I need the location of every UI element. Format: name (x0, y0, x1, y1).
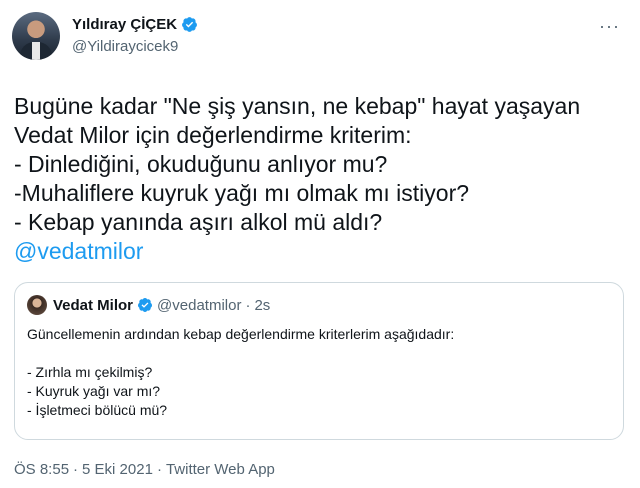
tweet-line: -Muhaliflere kuyruk yağı mı olmak mı ist… (14, 180, 470, 206)
tweet-line: - Kebap yanında aşırı alkol mü aldı? (14, 209, 383, 235)
verified-badge-icon (138, 298, 153, 312)
quoted-tweet-text: Güncellemenin ardından kebap değerlendir… (27, 325, 613, 420)
quoted-author-avatar[interactable] (27, 295, 47, 315)
quoted-author-handle[interactable]: @vedatmilor (157, 297, 241, 314)
more-options-icon[interactable]: ··· (599, 16, 620, 37)
tweet-metadata: ÖS 8:55 · 5 Eki 2021 · Twitter Web App (14, 461, 275, 478)
source-app[interactable]: Twitter Web App (166, 461, 275, 478)
tweet: Yıldıray ÇİÇEK @Yildiraycicek9 ··· Bugün… (0, 0, 640, 488)
tweet-line: Bugüne kadar "Ne şiş yansın, ne kebap" h… (14, 93, 581, 119)
mention-link[interactable]: @vedatmilor (14, 237, 624, 266)
quoted-item: - İşletmeci bölücü mü? (27, 402, 168, 418)
author-handle[interactable]: @Yildiraycicek9 (72, 38, 178, 55)
separator-dot: · (245, 296, 251, 314)
quoted-author-name[interactable]: Vedat Milor (53, 297, 133, 314)
verified-badge-icon (182, 17, 197, 32)
tweet-line: - Dinlediğini, okuduğunu anlıyor mu? (14, 151, 388, 177)
tweet-date[interactable]: 5 Eki 2021 (82, 461, 153, 478)
author-name-row: Yıldıray ÇİÇEK (72, 16, 198, 33)
quoted-tweet-time[interactable]: 2s (254, 297, 270, 314)
quoted-intro: Güncellemenin ardından kebap değerlendir… (27, 326, 455, 342)
tweet-line: Vedat Milor için değerlendirme kriterim: (14, 122, 412, 148)
separator-dot: · (156, 461, 162, 478)
quoted-item: - Zırhla mı çekilmiş? (27, 364, 153, 380)
quoted-item: - Kuyruk yağı var mı? (27, 383, 161, 399)
quoted-tweet[interactable]: Vedat Milor @vedatmilor · 2s Güncellemen… (14, 282, 624, 440)
tweet-text: Bugüne kadar "Ne şiş yansın, ne kebap" h… (14, 92, 624, 266)
author-name[interactable]: Yıldıray ÇİÇEK (72, 16, 177, 33)
tweet-time[interactable]: ÖS 8:55 (14, 461, 69, 478)
avatar-shirt (32, 42, 40, 60)
separator-dot: · (73, 461, 79, 478)
author-avatar[interactable] (12, 12, 60, 60)
quoted-tweet-header: Vedat Milor @vedatmilor · 2s (27, 295, 270, 315)
